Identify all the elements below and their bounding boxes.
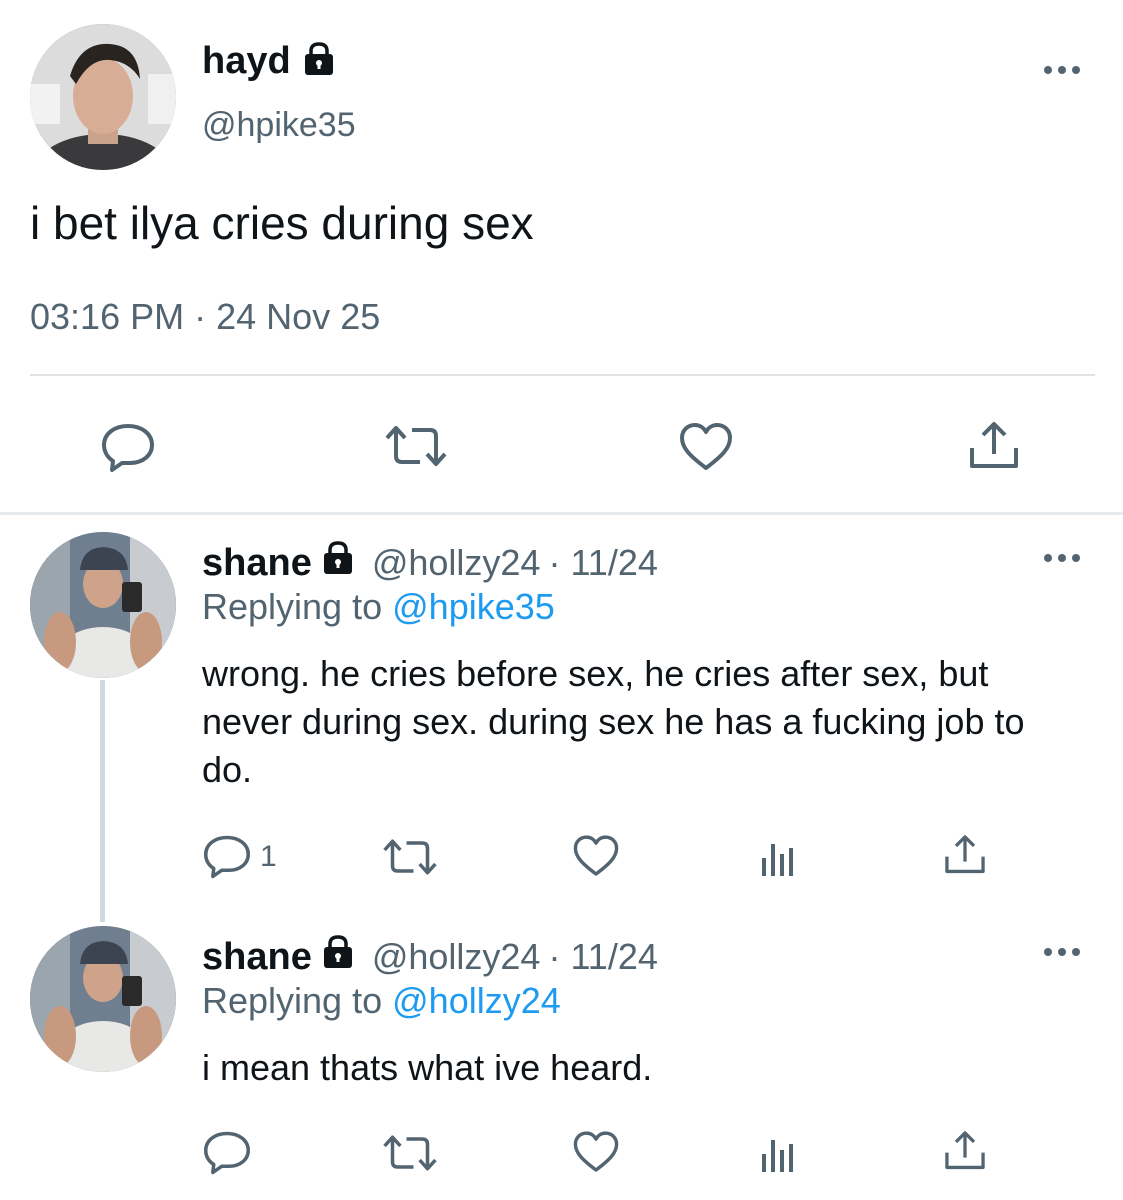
share-icon xyxy=(945,1131,985,1170)
reply-text: i mean thats what ive heard. xyxy=(202,1047,653,1088)
heart-icon xyxy=(573,1131,619,1172)
heart-icon xyxy=(573,835,619,876)
avatar-photo xyxy=(30,532,176,678)
reply-button[interactable]: 1 xyxy=(202,834,277,880)
like-button[interactable] xyxy=(572,1130,620,1174)
retweet-icon xyxy=(385,426,447,466)
reply-actions xyxy=(0,1124,1123,1184)
avatar-photo xyxy=(30,926,176,1072)
share-button[interactable] xyxy=(942,832,988,878)
retweet-icon xyxy=(383,839,437,875)
share-icon xyxy=(945,835,985,874)
user-handle[interactable]: @hollzy24 xyxy=(372,936,541,978)
analytics-icon xyxy=(762,1140,793,1172)
reply-button[interactable] xyxy=(100,422,156,474)
replying-prefix: Replying to xyxy=(202,980,383,1021)
reply-count: 1 xyxy=(260,840,277,873)
reply-button[interactable] xyxy=(202,1130,252,1176)
tweet-timestamp[interactable]: 03:16 PM · 24 Nov 25 xyxy=(30,296,380,338)
tweet-time: 03:16 PM xyxy=(30,296,185,337)
user-handle[interactable]: @hollzy24 xyxy=(372,542,541,584)
mention-link[interactable]: @hpike35 xyxy=(392,586,555,627)
lock-icon xyxy=(320,934,356,980)
share-button[interactable] xyxy=(966,418,1022,474)
avatar-photo xyxy=(30,24,176,170)
reply-date[interactable]: · 11/24 xyxy=(548,542,657,584)
retweet-button[interactable] xyxy=(384,422,448,470)
reply-actions: 1 xyxy=(0,828,1123,888)
tweet-actions xyxy=(0,410,1123,480)
more-options-icon[interactable] xyxy=(1042,550,1082,571)
reply-icon xyxy=(204,1131,250,1175)
replying-to: Replying to @hollzy24 xyxy=(202,980,561,1022)
share-icon xyxy=(970,422,1018,468)
replying-to: Replying to @hpike35 xyxy=(202,586,555,628)
display-name[interactable]: shane xyxy=(202,936,312,979)
divider xyxy=(30,374,1095,376)
reply-icon xyxy=(102,424,154,472)
tweet-thread: hayd @hpike35 i bet ilya cries during se… xyxy=(0,0,1123,1200)
more-options-icon[interactable] xyxy=(1042,944,1082,965)
tweet-text: i bet ilya cries during sex xyxy=(30,197,534,249)
avatar[interactable] xyxy=(30,532,176,678)
mention-link[interactable]: @hollzy24 xyxy=(392,980,561,1021)
retweet-icon xyxy=(383,1135,437,1171)
reply-text: wrong. he cries before sex, he cries aft… xyxy=(202,653,1025,790)
reply-icon xyxy=(204,835,250,879)
more-options-icon[interactable] xyxy=(1042,62,1082,83)
retweet-button[interactable] xyxy=(382,836,438,878)
avatar[interactable] xyxy=(30,24,176,170)
analytics-button[interactable] xyxy=(758,838,798,878)
replying-prefix: Replying to xyxy=(202,586,383,627)
lock-icon xyxy=(301,41,337,82)
reply-date[interactable]: · 11/24 xyxy=(548,936,657,978)
avatar[interactable] xyxy=(30,926,176,1072)
display-name[interactable]: hayd xyxy=(202,40,291,83)
heart-icon xyxy=(680,423,732,470)
lock-icon xyxy=(320,540,356,586)
like-button[interactable] xyxy=(678,422,734,472)
analytics-icon xyxy=(762,844,793,876)
retweet-button[interactable] xyxy=(382,1132,438,1174)
user-handle[interactable]: @hpike35 xyxy=(202,106,356,145)
reply-author-row: shane @hollzy24 · 11/24 xyxy=(202,934,658,980)
author-row: hayd xyxy=(202,40,337,83)
reply-author-row: shane @hollzy24 · 11/24 xyxy=(202,540,658,586)
display-name[interactable]: shane xyxy=(202,542,312,585)
like-button[interactable] xyxy=(572,834,620,878)
share-button[interactable] xyxy=(942,1128,988,1174)
meta-separator: · xyxy=(194,296,207,337)
analytics-button[interactable] xyxy=(758,1134,798,1174)
divider xyxy=(0,512,1123,515)
tweet-date: 24 Nov 25 xyxy=(216,296,381,337)
